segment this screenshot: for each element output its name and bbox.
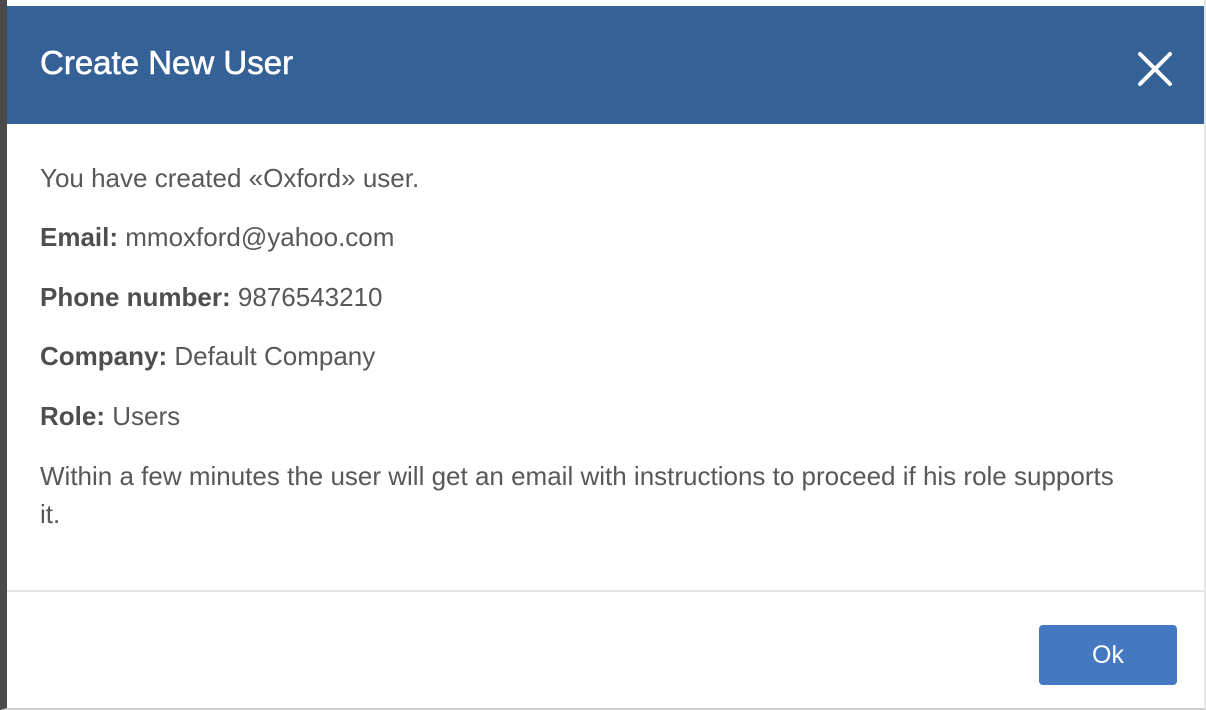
company-value: Default Company [174, 341, 376, 371]
phone-label: Phone number: [40, 282, 231, 312]
email-label: Email: [40, 222, 119, 252]
info-message: Within a few minutes the user will get a… [40, 461, 1114, 529]
dialog-header: Create New User [7, 6, 1204, 124]
role-row: Role: Users [40, 400, 180, 432]
created-message: You have created «Oxford» user. [40, 163, 420, 193]
role-value: Users [112, 401, 181, 431]
create-user-dialog: Create New User You have created «Oxford… [0, 0, 1206, 710]
close-icon [1138, 52, 1172, 86]
close-button[interactable] [1136, 50, 1174, 88]
company-row: Company: Default Company [40, 340, 375, 372]
email-value: mmoxford@yahoo.com [125, 222, 395, 252]
phone-value: 9876543210 [237, 282, 383, 312]
dialog-title: Create New User [40, 44, 294, 82]
role-label: Role: [40, 401, 105, 431]
email-row: Email: mmoxford@yahoo.com [40, 221, 394, 253]
phone-row: Phone number: 9876543210 [40, 281, 383, 313]
footer-divider [7, 590, 1204, 592]
ok-button[interactable]: Ok [1039, 625, 1177, 685]
company-label: Company: [40, 341, 168, 371]
